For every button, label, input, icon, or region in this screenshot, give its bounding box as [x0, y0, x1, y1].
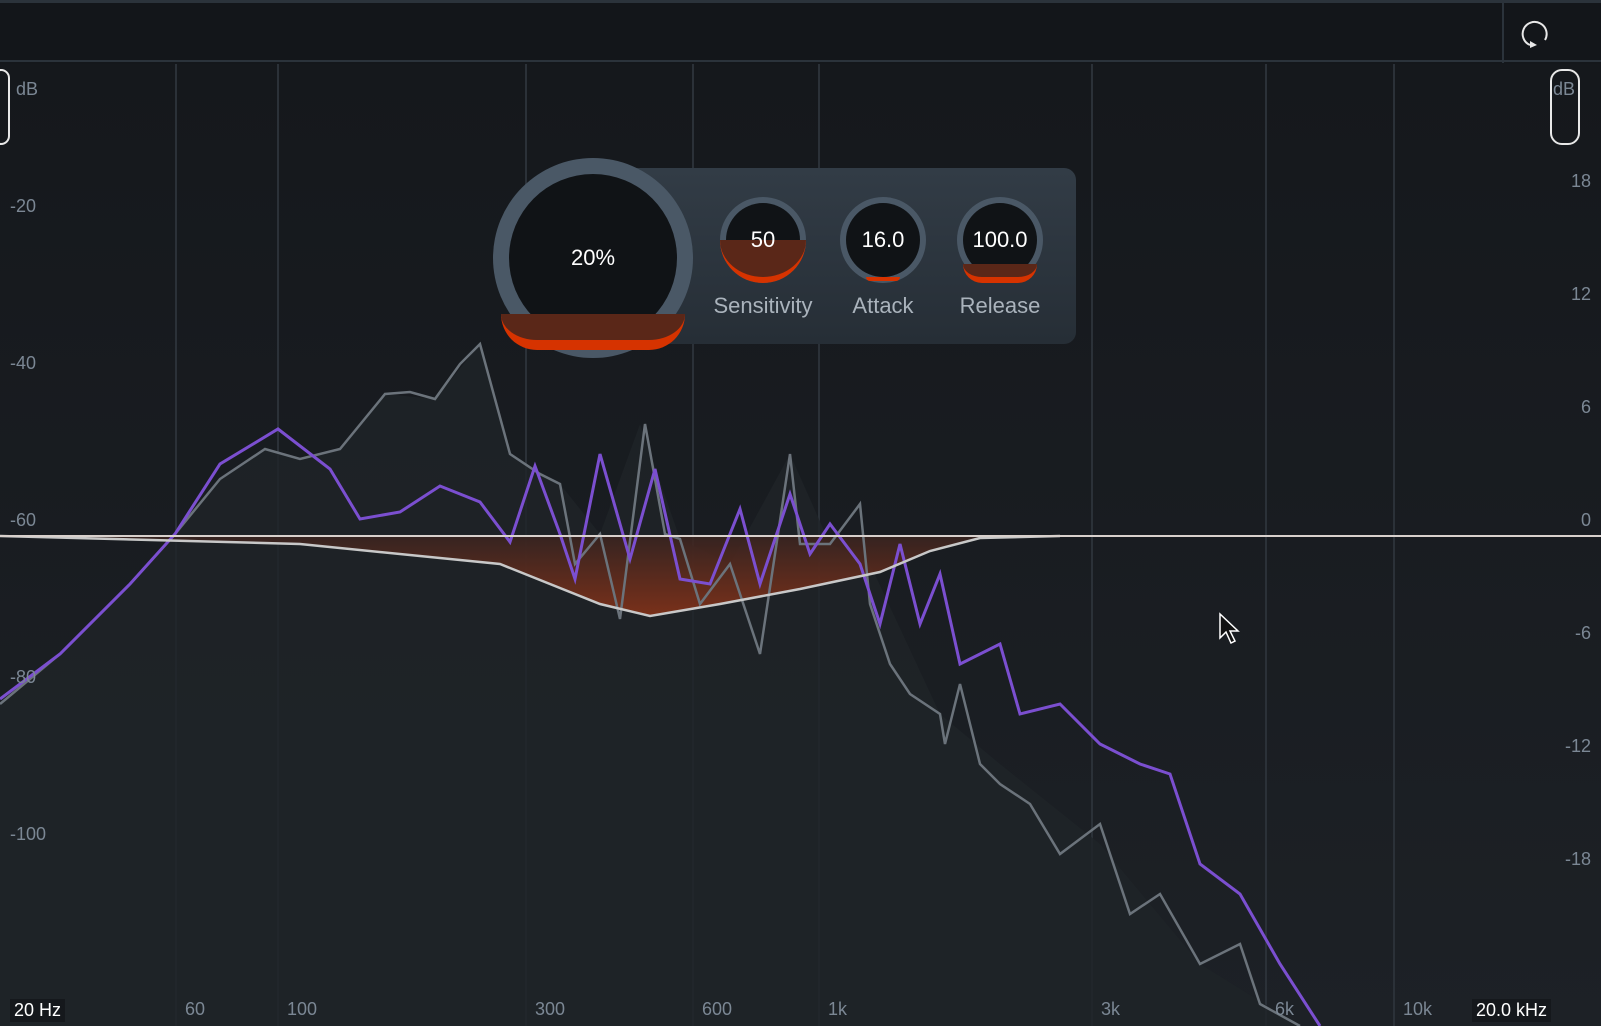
right-axis-unit: dB — [1552, 79, 1575, 99]
amount-value: 20% — [570, 245, 616, 270]
spectrum-graph[interactable]: dB dB -20 -40 -60 -80 -100 18 12 6 0 -6 … — [0, 64, 1601, 1026]
attack-value: 16.0 — [861, 227, 905, 252]
freq-tick: 6k — [1275, 999, 1295, 1019]
right-tick: -12 — [1564, 736, 1591, 756]
attack-knob[interactable]: 16.0 — [840, 197, 926, 283]
release-label: Release — [959, 293, 1041, 318]
left-tick: -40 — [10, 353, 37, 373]
left-tick: -20 — [10, 196, 37, 216]
attack-fill — [866, 277, 900, 281]
freq-tick: 600 — [702, 999, 733, 1019]
release-fill — [963, 264, 1037, 283]
right-tick: -6 — [1574, 623, 1591, 643]
freq-tick: 100 — [287, 999, 318, 1019]
left-tick: -80 — [10, 667, 37, 687]
sensitivity-knob[interactable]: 50 — [720, 197, 806, 283]
right-tick: 6 — [1580, 397, 1591, 417]
reset-button[interactable] — [1518, 17, 1552, 51]
top-toolbar — [0, 0, 1601, 63]
right-tick: 12 — [1570, 284, 1591, 304]
release-knob[interactable]: 100.0 — [957, 197, 1043, 283]
left-gain-handle[interactable] — [0, 69, 10, 145]
toolbar-divider — [1502, 3, 1504, 63]
left-tick: -60 — [10, 510, 37, 530]
sensitivity-label: Sensitivity — [713, 293, 813, 318]
freq-max-label: 20.0 kHz — [1472, 999, 1552, 1022]
amount-knob[interactable]: 20% — [493, 158, 693, 358]
left-axis-unit: dB — [16, 79, 39, 99]
freq-tick: 300 — [535, 999, 566, 1019]
release-value: 100.0 — [972, 227, 1028, 252]
freq-tick: 3k — [1101, 999, 1121, 1019]
left-tick: -100 — [10, 824, 47, 844]
freq-tick: 10k — [1403, 999, 1433, 1019]
amount-fill — [501, 314, 685, 350]
right-tick: -18 — [1564, 849, 1591, 869]
right-tick: 18 — [1570, 171, 1591, 191]
freq-tick: 1k — [828, 999, 848, 1019]
sensitivity-value: 50 — [750, 227, 776, 252]
freq-min-label: 20 Hz — [10, 999, 66, 1022]
rotate-reset-icon — [1521, 20, 1548, 48]
right-tick: 0 — [1580, 510, 1591, 530]
freq-tick: 60 — [185, 999, 206, 1019]
mouse-pointer-icon — [1219, 612, 1240, 645]
